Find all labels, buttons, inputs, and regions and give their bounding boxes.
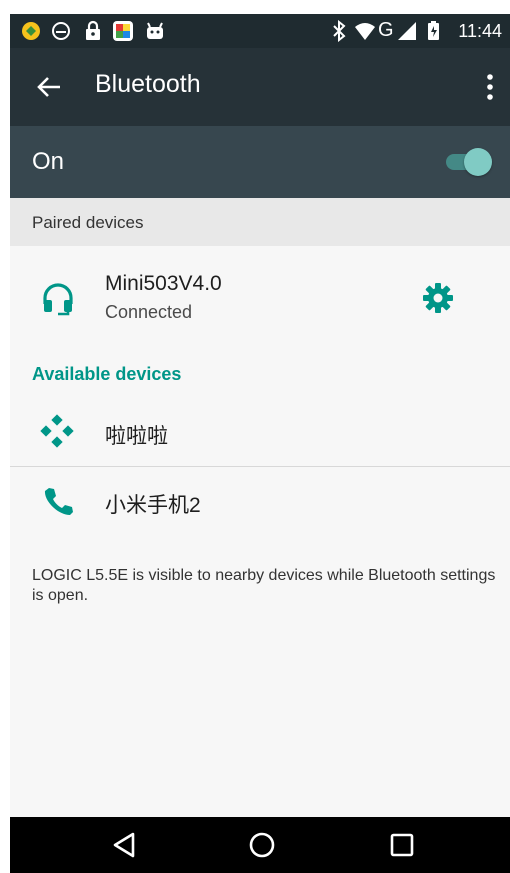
back-icon[interactable]	[108, 829, 140, 861]
toggle-label: On	[32, 148, 65, 175]
headphones-icon	[43, 283, 73, 316]
device-name: 小米手机2	[105, 494, 201, 517]
navigation-bar	[10, 817, 510, 873]
gear-icon[interactable]	[420, 280, 456, 316]
device-name: 啦啦啦	[105, 425, 168, 448]
device-name: Mini503V4.0	[105, 272, 222, 295]
bluetooth-switch[interactable]	[442, 148, 492, 176]
available-device-row[interactable]: 小米手机2	[10, 467, 510, 541]
bluetooth-icon	[333, 20, 346, 42]
page-title: Bluetooth	[95, 70, 201, 98]
recents-icon[interactable]	[386, 829, 418, 861]
more-options-icon[interactable]	[484, 72, 496, 102]
switch-thumb	[464, 148, 492, 176]
battery-icon	[428, 21, 439, 40]
paired-devices-header: Paired devices	[10, 198, 510, 246]
back-arrow-icon[interactable]	[34, 72, 64, 102]
status-bar: G 11:44	[10, 14, 510, 48]
wifi-icon	[355, 23, 375, 40]
bluetooth-settings-screen: G 11:44 Bluetooth On Paired devices Mini…	[10, 14, 510, 873]
launcher-icon	[113, 21, 133, 41]
app-bar: Bluetooth	[10, 48, 510, 126]
visibility-footnote: LOGIC L5.5E is visible to nearby devices…	[32, 567, 496, 604]
available-devices-label: Available devices	[32, 364, 182, 384]
signal-icon	[398, 22, 416, 40]
available-device-row[interactable]: 啦啦啦	[10, 402, 510, 466]
phone-icon	[44, 488, 73, 515]
device-status: Connected	[105, 302, 193, 322]
lock-icon	[86, 20, 100, 40]
clock: 11:44	[458, 21, 502, 41]
app-icon	[22, 22, 40, 40]
ghost-icon	[52, 22, 70, 40]
network-type-label: G	[378, 19, 394, 41]
paired-devices-label: Paired devices	[32, 213, 144, 232]
bluetooth-toggle-row[interactable]: On	[10, 126, 510, 198]
gamepad-icon	[40, 414, 74, 448]
home-icon[interactable]	[246, 829, 278, 861]
android-icon	[147, 22, 163, 39]
paired-device-row[interactable]: Mini503V4.0 Connected	[10, 246, 510, 358]
